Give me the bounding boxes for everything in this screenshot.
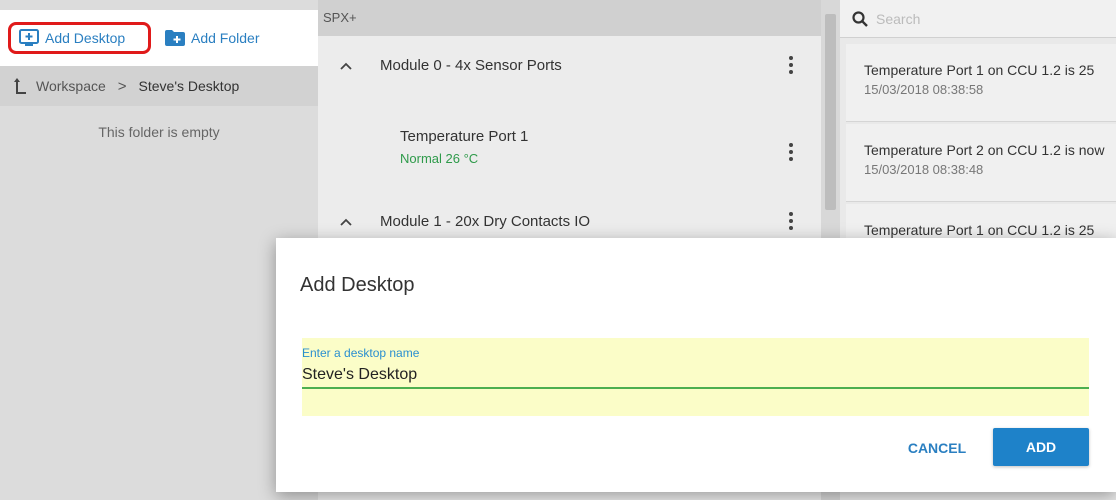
notification-item[interactable]: Temperature Port 1 on CCU 1.2 is 25 15/0… (846, 44, 1116, 122)
breadcrumb-current: Steve's Desktop (138, 78, 240, 94)
up-arrow-icon[interactable] (14, 78, 28, 94)
sensor-status: Normal 26 °C (400, 151, 479, 166)
more-vert-icon[interactable] (789, 56, 793, 74)
breadcrumb: Workspace > Steve's Desktop (0, 66, 318, 106)
add-folder-label: Add Folder (191, 30, 260, 46)
breadcrumb-separator: > (117, 77, 127, 95)
module-title: Module 0 - 4x Sensor Ports (380, 56, 562, 74)
left-panel: Add Desktop Add Folder Workspace > Steve… (0, 0, 318, 500)
add-desktop-label: Add Desktop (45, 30, 126, 46)
cancel-button[interactable]: CANCEL (892, 430, 982, 466)
add-button[interactable]: ADD (993, 428, 1089, 466)
more-vert-icon[interactable] (789, 212, 793, 230)
add-folder-button[interactable]: Add Folder (163, 22, 259, 54)
desktop-name-label: Enter a desktop name (302, 346, 420, 360)
search-icon (852, 10, 868, 27)
toolbar: Add Desktop Add Folder (0, 10, 318, 66)
sensor-name: Temperature Port 1 (400, 128, 529, 145)
notification-time: 15/03/2018 08:38:48 (864, 162, 984, 177)
sensor-item[interactable]: Temperature Port 1 Normal 26 °C (318, 122, 821, 182)
chevron-up-icon[interactable] (318, 214, 358, 229)
more-vert-icon[interactable] (789, 143, 793, 161)
desktop-plus-icon (19, 29, 39, 46)
add-desktop-dialog: Add Desktop Enter a desktop name CANCEL … (276, 238, 1116, 492)
module-title: Module 1 - 20x Dry Contacts IO (380, 212, 591, 230)
device-header: SPX+ (318, 0, 821, 36)
folder-plus-icon (165, 30, 185, 46)
empty-folder-message: This folder is empty (98, 124, 220, 140)
notification-item[interactable]: Temperature Port 2 on CCU 1.2 is now 15/… (846, 124, 1116, 202)
desktop-name-input[interactable] (302, 365, 1089, 389)
dialog-title: Add Desktop (300, 274, 415, 296)
module-row[interactable]: Module 0 - 4x Sensor Ports (318, 40, 821, 90)
notification-time: 15/03/2018 08:38:58 (864, 82, 984, 97)
scrollbar-thumb[interactable] (825, 14, 836, 210)
chevron-up-icon[interactable] (318, 58, 358, 73)
desktop-name-field: Enter a desktop name (302, 338, 1089, 416)
notification-message: Temperature Port 1 on CCU 1.2 is 25 (864, 62, 1095, 78)
search-bar (840, 0, 1116, 38)
notification-message: Temperature Port 2 on CCU 1.2 is now (864, 142, 1105, 158)
notification-message: Temperature Port 1 on CCU 1.2 is 25 (864, 222, 1095, 238)
breadcrumb-workspace[interactable]: Workspace (36, 78, 106, 94)
add-desktop-button[interactable]: Add Desktop (8, 22, 151, 54)
search-input[interactable] (876, 10, 1106, 27)
